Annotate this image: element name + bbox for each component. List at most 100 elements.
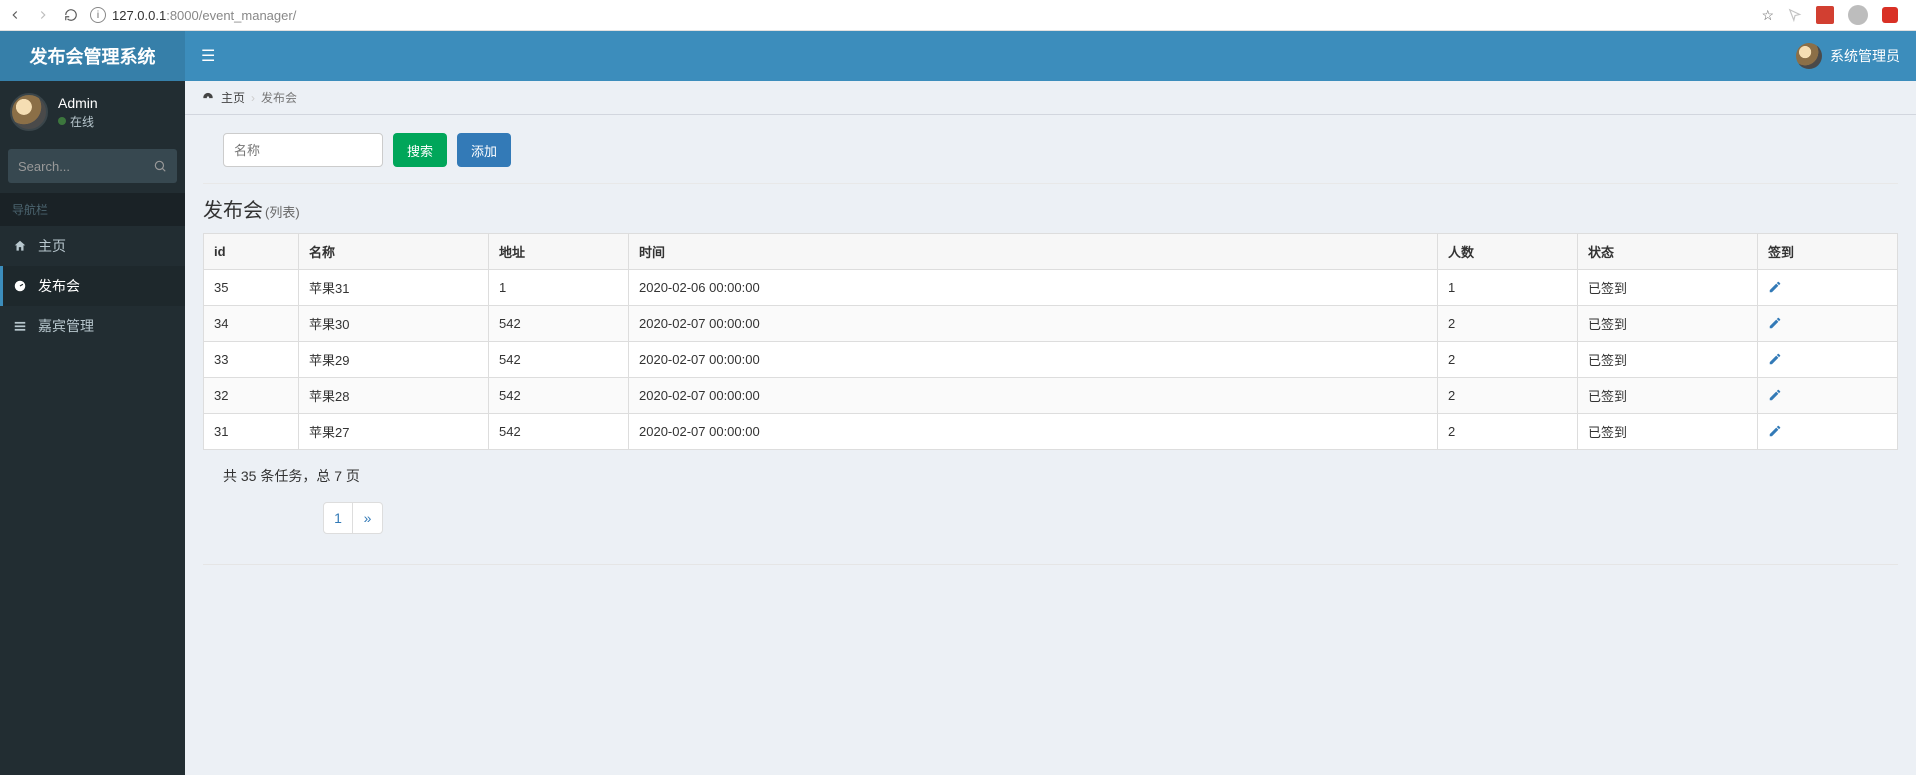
table-row: 35苹果3112020-02-06 00:00:001已签到	[204, 270, 1898, 306]
cell-status: 已签到	[1578, 378, 1758, 414]
table-row: 33苹果295422020-02-07 00:00:002已签到	[204, 342, 1898, 378]
cell-count: 2	[1438, 378, 1578, 414]
sidebar-item-guests[interactable]: 嘉宾管理	[0, 306, 185, 346]
cell-status: 已签到	[1578, 270, 1758, 306]
cell-id: 35	[204, 270, 299, 306]
sidebar-item-events[interactable]: 发布会	[0, 266, 185, 306]
cell-address: 1	[489, 270, 629, 306]
cell-signin	[1758, 414, 1898, 450]
sidebar-user-panel: Admin 在线	[0, 81, 185, 143]
cell-id: 31	[204, 414, 299, 450]
pagination: 1 »	[323, 502, 1898, 534]
cell-id: 33	[204, 342, 299, 378]
table-row: 31苹果275422020-02-07 00:00:002已签到	[204, 414, 1898, 450]
cell-id: 34	[204, 306, 299, 342]
col-count: 人数	[1438, 234, 1578, 270]
browser-profile-icon[interactable]	[1848, 5, 1868, 25]
browser-reload-icon[interactable]	[64, 8, 78, 22]
breadcrumb-current: 发布会	[261, 89, 297, 106]
cell-status: 已签到	[1578, 306, 1758, 342]
edit-icon[interactable]	[1768, 280, 1782, 295]
breadcrumb-home[interactable]: 主页	[221, 89, 245, 106]
table-row: 32苹果285422020-02-07 00:00:002已签到	[204, 378, 1898, 414]
col-name: 名称	[299, 234, 489, 270]
name-search-input[interactable]	[223, 133, 383, 167]
content-area: 搜索 添加 发布会(列表) id 名称 地址 时间 人数 状态 签到	[185, 115, 1916, 583]
status-online-icon	[58, 117, 66, 125]
sidebar-nav-header: 导航栏	[0, 193, 185, 226]
cell-time: 2020-02-07 00:00:00	[629, 306, 1438, 342]
sidebar-toggle-icon[interactable]: ☰	[201, 46, 215, 66]
cell-name: 苹果31	[299, 270, 489, 306]
avatar	[10, 93, 48, 131]
cell-signin	[1758, 306, 1898, 342]
search-icon[interactable]	[153, 158, 167, 174]
page-next[interactable]: »	[353, 502, 383, 534]
cell-time: 2020-02-07 00:00:00	[629, 378, 1438, 414]
cell-name: 苹果27	[299, 414, 489, 450]
topbar: ☰ 系统管理员	[185, 31, 1916, 81]
cell-address: 542	[489, 306, 629, 342]
edit-icon[interactable]	[1768, 316, 1782, 331]
table-summary: 共 35 条任务，总 7 页	[203, 450, 1898, 502]
cell-count: 2	[1438, 414, 1578, 450]
divider	[203, 183, 1898, 184]
cell-signin	[1758, 270, 1898, 306]
edit-icon[interactable]	[1768, 352, 1782, 367]
app-logo[interactable]: 发布会管理系统	[0, 31, 185, 81]
search-button[interactable]: 搜索	[393, 133, 447, 167]
sidebar-item-label: 嘉宾管理	[38, 316, 94, 336]
cell-address: 542	[489, 378, 629, 414]
sidebar: 发布会管理系统 Admin 在线 导航栏 主页	[0, 31, 185, 775]
cell-name: 苹果28	[299, 378, 489, 414]
cell-address: 542	[489, 414, 629, 450]
add-button[interactable]: 添加	[457, 133, 511, 167]
cell-count: 2	[1438, 306, 1578, 342]
browser-forward-icon[interactable]	[36, 8, 50, 22]
events-table: id 名称 地址 时间 人数 状态 签到 35苹果3112020-02-06 0…	[203, 233, 1898, 450]
cell-status: 已签到	[1578, 414, 1758, 450]
breadcrumb: 主页 › 发布会	[185, 81, 1916, 115]
cell-signin	[1758, 378, 1898, 414]
star-icon[interactable]: ☆	[1761, 7, 1774, 24]
sidebar-item-label: 主页	[38, 236, 66, 256]
section-title: 发布会(列表)	[203, 194, 1898, 223]
divider	[203, 564, 1898, 565]
url-path: :8000/event_manager/	[166, 8, 296, 23]
cell-status: 已签到	[1578, 342, 1758, 378]
col-id: id	[204, 234, 299, 270]
home-icon	[12, 238, 28, 254]
col-time: 时间	[629, 234, 1438, 270]
cursor-ext-icon[interactable]	[1788, 7, 1802, 23]
avatar	[1796, 43, 1822, 69]
table-header-row: id 名称 地址 时间 人数 状态 签到	[204, 234, 1898, 270]
sidebar-item-label: 发布会	[38, 276, 80, 296]
list-icon	[12, 318, 28, 334]
col-address: 地址	[489, 234, 629, 270]
sidebar-search	[8, 149, 177, 183]
page-1[interactable]: 1	[323, 502, 353, 534]
cell-name: 苹果29	[299, 342, 489, 378]
filter-row: 搜索 添加	[203, 133, 1898, 167]
browser-back-icon[interactable]	[8, 8, 22, 22]
cell-time: 2020-02-06 00:00:00	[629, 270, 1438, 306]
cell-count: 1	[1438, 270, 1578, 306]
cell-name: 苹果30	[299, 306, 489, 342]
app-title: 发布会管理系统	[30, 43, 156, 69]
dashboard-icon	[12, 278, 28, 294]
col-status: 状态	[1578, 234, 1758, 270]
cell-count: 2	[1438, 342, 1578, 378]
edit-icon[interactable]	[1768, 388, 1782, 403]
browser-menu-icon[interactable]	[1882, 7, 1898, 23]
main-column: ☰ 系统管理员 主页 › 发布会 搜索 添加 发布会(列表)	[185, 31, 1916, 775]
cell-id: 32	[204, 378, 299, 414]
sidebar-search-input[interactable]	[8, 149, 177, 183]
topbar-user[interactable]: 系统管理员	[1796, 43, 1900, 69]
sidebar-username: Admin	[58, 95, 98, 111]
col-signin: 签到	[1758, 234, 1898, 270]
extension-icon[interactable]	[1816, 6, 1834, 24]
edit-icon[interactable]	[1768, 424, 1782, 439]
sidebar-item-home[interactable]: 主页	[0, 226, 185, 266]
browser-address-bar[interactable]: i 127.0.0.1:8000/event_manager/	[90, 7, 1749, 23]
url-host: 127.0.0.1	[112, 8, 166, 23]
